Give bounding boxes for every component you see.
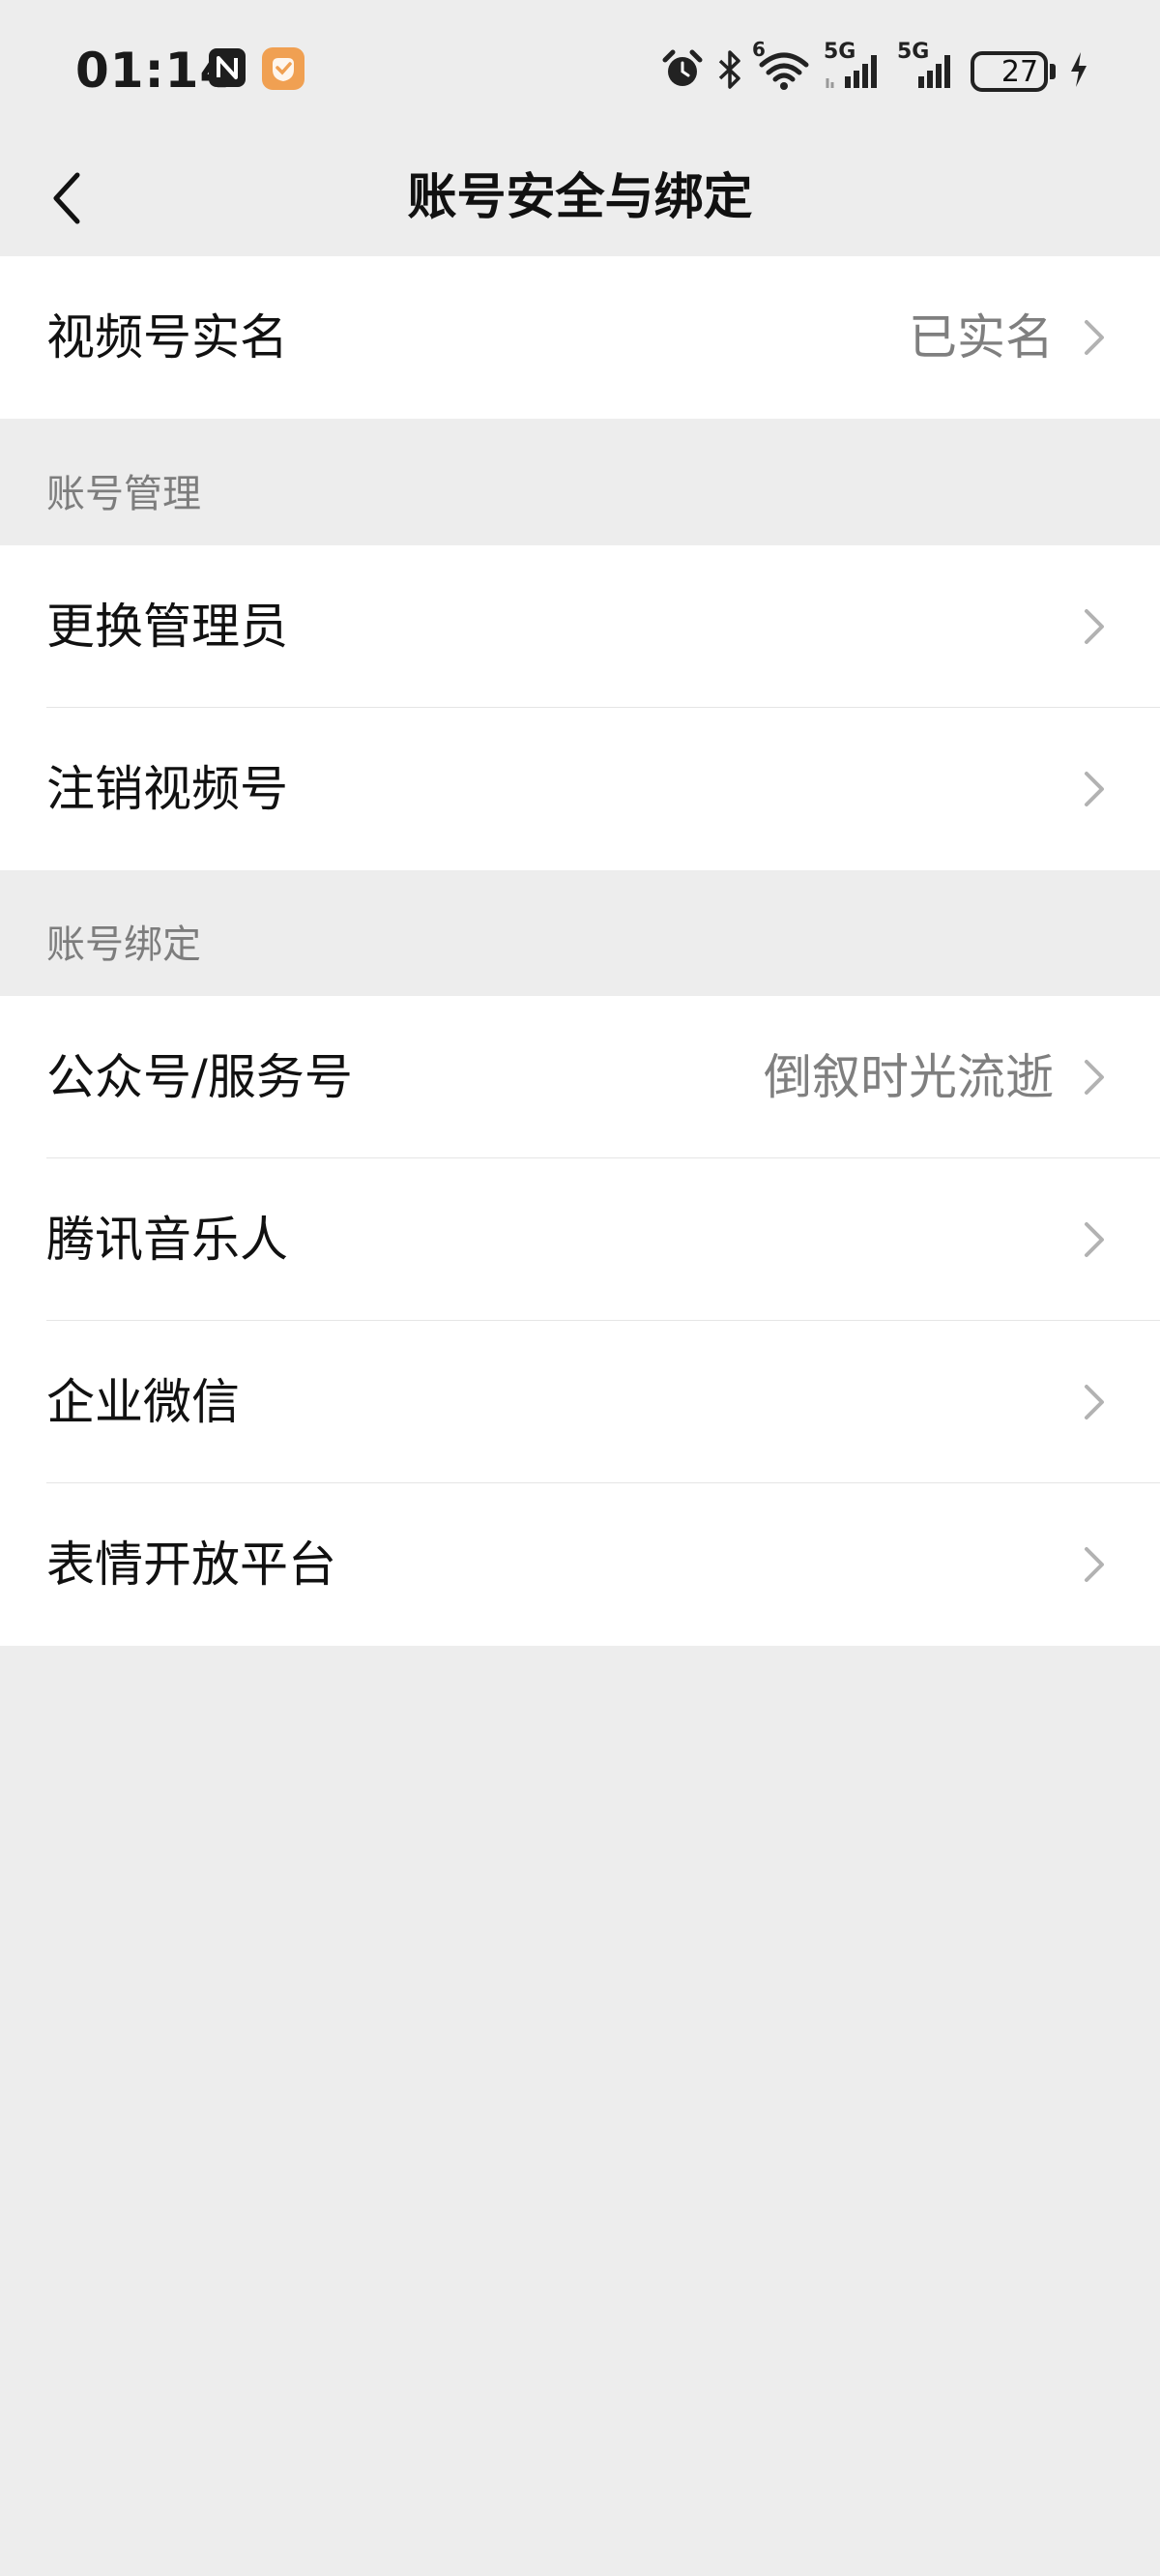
chevron-right-icon [1085,1547,1104,1582]
row-wecom[interactable]: 企业微信 [0,1321,1160,1483]
row-sticker-platform[interactable]: 表情开放平台 [0,1483,1160,1646]
bluetooth-icon [715,48,744,95]
chevron-right-icon [1085,1222,1104,1257]
row-label: 腾讯音乐人 [46,1212,288,1268]
status-left-icons [207,46,305,95]
wifi-icon: 6 [752,38,812,96]
row-tencent-musician[interactable]: 腾讯音乐人 [0,1158,1160,1321]
section-header-account-manage: 账号管理 [46,472,201,516]
row-label: 表情开放平台 [46,1537,336,1593]
row-change-admin[interactable]: 更换管理员 [0,545,1160,708]
signal-5g-icon: 5G [897,40,959,96]
account-manage-group: 更换管理员 注销视频号 [0,545,1160,870]
signal-5g-label: 5G [824,40,856,64]
row-label: 更换管理员 [46,599,288,655]
nav-bar: 账号安全与绑定 [0,140,1160,256]
row-label: 注销视频号 [46,761,288,817]
status-bar: 01:14 6 5G 5G 27 [0,0,1160,140]
signal-5g-label: 5G [897,40,930,64]
app-badge-icon [261,46,305,95]
page-title: 账号安全与绑定 [407,169,753,226]
chevron-right-icon [1085,609,1104,644]
row-value: 已实名 [909,309,1054,366]
nfc-icon [207,46,247,95]
charging-icon [1067,48,1090,95]
page: 01:14 6 5G 5G 27 账号安全与绑定 视频号实名 已实名 账号管理 … [0,0,1160,2576]
section-header-account-bind: 账号绑定 [46,922,201,967]
row-deregister-channel[interactable]: 注销视频号 [0,708,1160,870]
chevron-right-icon [1085,1385,1104,1420]
battery-tip [1050,64,1056,79]
row-official-account[interactable]: 公众号/服务号 倒叙时光流逝 [0,996,1160,1158]
chevron-right-icon [1085,772,1104,806]
row-realname[interactable]: 视频号实名 已实名 [0,256,1160,419]
row-label: 企业微信 [46,1374,240,1430]
chevron-right-icon [1085,320,1104,355]
row-value: 倒叙时光流逝 [764,1049,1054,1105]
row-label: 视频号实名 [46,309,288,366]
battery-level: 27 [1000,54,1039,89]
wifi-6-label: 6 [752,38,766,61]
alarm-icon [661,48,704,95]
account-bind-group: 公众号/服务号 倒叙时光流逝 腾讯音乐人 企业微信 表情开放平台 [0,996,1160,1646]
status-right-icons: 6 5G 5G 27 [661,38,1090,101]
battery-indicator: 27 [971,51,1048,92]
realname-group: 视频号实名 已实名 [0,256,1160,419]
signal-5g-icon: 5G [824,40,885,96]
row-label: 公众号/服务号 [46,1049,353,1105]
chevron-right-icon [1085,1060,1104,1095]
